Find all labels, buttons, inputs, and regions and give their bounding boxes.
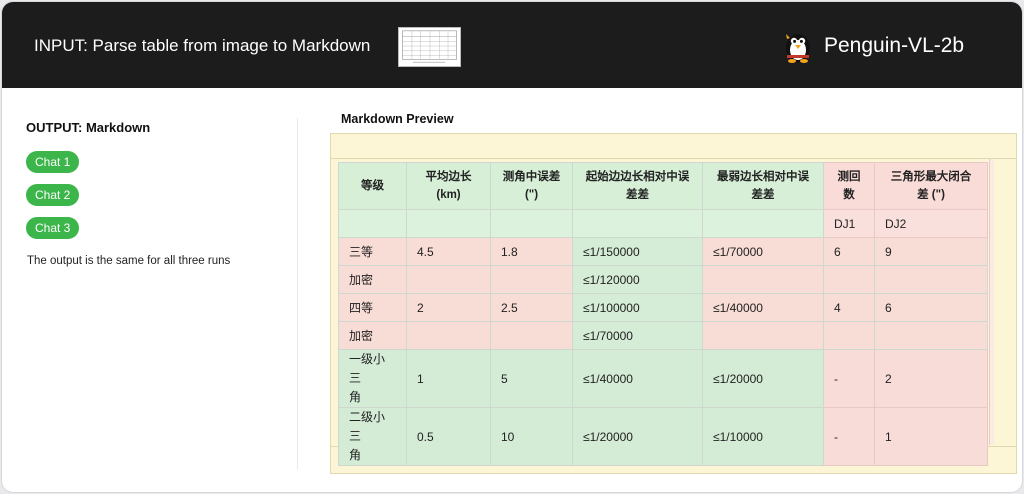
table-cell: 加密: [338, 265, 407, 294]
table-cell: 1.8: [490, 237, 573, 266]
table-cell: 2.5: [490, 293, 573, 322]
brand-name: Penguin-VL-2b: [824, 34, 965, 57]
table-cell: 9: [874, 237, 988, 266]
table-cell: 5: [490, 349, 573, 408]
table-cell: [490, 265, 573, 294]
table-cell: [874, 321, 988, 350]
table-cell: [702, 321, 824, 350]
table-cell: ≤1/20000: [572, 407, 703, 466]
main-card: INPUT: Parse table from image to Markdow…: [1, 1, 1023, 493]
header-cell: 测回数: [823, 162, 875, 210]
table-cell: [406, 265, 491, 294]
header-cell: 最弱边长相对中误 差差: [702, 162, 824, 210]
table-row: 四等 2 2.5 ≤1/100000 ≤1/40000 4 6: [338, 293, 988, 322]
table-cell: 三等: [338, 237, 407, 266]
table-cell: [406, 321, 491, 350]
table-cell: [823, 321, 875, 350]
table-row: 二级小三角 0.5 10 ≤1/20000 ≤1/10000 - 1: [338, 407, 988, 466]
table-cell: -: [823, 407, 875, 466]
table-thumbnail-icon: [402, 30, 457, 63]
table-row: 加密 ≤1/120000: [338, 265, 988, 294]
table-cell: 一级小三角: [338, 349, 407, 408]
output-note: The output is the same for all three run…: [27, 255, 231, 267]
table-cell: ≤1/70000: [702, 237, 824, 266]
table-cell: 1: [406, 349, 491, 408]
table-cell: [490, 321, 573, 350]
header-cell: 三角形最大闭合差 ("): [874, 162, 988, 210]
table-row: 三等 4.5 1.8 ≤1/150000 ≤1/70000 6 9: [338, 237, 988, 266]
table-cell: 10: [490, 407, 573, 466]
penguin-icon: [786, 34, 810, 63]
table-cell: 1: [874, 407, 988, 466]
table-cell: 二级小三角: [338, 407, 407, 466]
table-row: 加密 ≤1/70000: [338, 321, 988, 350]
table-cell: ≤1/10000: [702, 407, 824, 466]
table-cell: [702, 265, 824, 294]
table-cell: 加密: [338, 321, 407, 350]
table-cell: ≤1/40000: [572, 349, 703, 408]
table-cell: [823, 265, 875, 294]
table-cell: [490, 209, 573, 238]
table-cell: [338, 209, 407, 238]
header-cell: 起始边边长相对中误 差差: [572, 162, 703, 210]
header-title: INPUT: Parse table from image to Markdow…: [34, 36, 371, 55]
brand: Penguin-VL-2b: [780, 26, 964, 66]
panel-divider: [297, 118, 298, 470]
table-cell: 0.5: [406, 407, 491, 466]
table-cell: 6: [874, 293, 988, 322]
table-cell: [874, 265, 988, 294]
table-cell: 4.5: [406, 237, 491, 266]
table-cell: ≤1/20000: [702, 349, 824, 408]
header-cell: 平均边长 (km): [406, 162, 491, 210]
table-cell: DJ1: [823, 209, 875, 238]
table-cell: ≤1/40000: [702, 293, 824, 322]
table-container: 等级 平均边长 (km) 测角中误差 (") 起始边边长相对中误 差差 最弱边长相对中…: [331, 159, 991, 466]
header-cell: 等级: [338, 162, 407, 210]
table-row: 一级小三角 1 5 ≤1/40000 ≤1/20000 - 2: [338, 349, 988, 408]
table-cell: [702, 209, 824, 238]
table-header-row: 等级 平均边长 (km) 测角中误差 (") 起始边边长相对中误 差差 最弱边长相对中…: [338, 162, 988, 210]
table-cell: [406, 209, 491, 238]
table-row: DJ1 DJ2: [338, 209, 988, 238]
chat-2-button[interactable]: Chat 2: [26, 184, 80, 206]
table-cell: 四等: [338, 293, 407, 322]
table-cell: 6: [823, 237, 875, 266]
preview-top-band: [330, 133, 1017, 159]
output-panel: OUTPUT: Markdown Chat 1 Chat 2 Chat 3 Th…: [26, 120, 291, 267]
table-cell: 2: [406, 293, 491, 322]
header-cell: 测角中误差 ("): [490, 162, 573, 210]
chat-3-button[interactable]: Chat 3: [26, 217, 80, 239]
header-bar: INPUT: Parse table from image to Markdow…: [2, 2, 1022, 88]
input-image-thumbnail[interactable]: [398, 27, 461, 67]
table-cell: ≤1/120000: [572, 265, 703, 294]
table-cell: DJ2: [874, 209, 988, 238]
chat-1-button[interactable]: Chat 1: [26, 151, 80, 173]
markdown-table: 等级 平均边长 (km) 测角中误差 (") 起始边边长相对中误 差差 最弱边长相对中…: [338, 162, 988, 466]
table-cell: [572, 209, 703, 238]
preview-label: Markdown Preview: [341, 112, 454, 126]
output-label: OUTPUT: Markdown: [26, 120, 151, 135]
table-cell: ≤1/100000: [572, 293, 703, 322]
table-cell: ≤1/150000: [572, 237, 703, 266]
table-cell: 2: [874, 349, 988, 408]
table-cell: 4: [823, 293, 875, 322]
table-cell: ≤1/70000: [572, 321, 703, 350]
table-cell: -: [823, 349, 875, 408]
